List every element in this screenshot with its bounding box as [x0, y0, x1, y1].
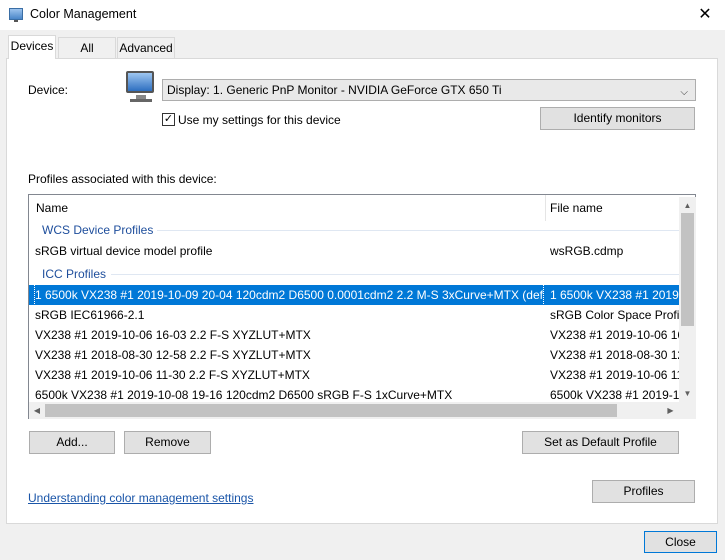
remove-profile-button[interactable]: Remove: [124, 431, 211, 454]
profile-name: sRGB virtual device model profile: [35, 244, 213, 258]
close-window-icon[interactable]: ✕: [693, 3, 717, 27]
group-divider: [157, 230, 680, 231]
profiles-section-label: Profiles associated with this device:: [28, 172, 217, 186]
tab-advanced[interactable]: Advanced: [117, 37, 175, 59]
profile-name: VX238 #1 2019-10-06 16-03 2.2 F-S XYZLUT…: [35, 328, 311, 342]
profile-file: sRGB Color Space Profile.icm: [550, 308, 680, 322]
tab-all-profiles[interactable]: All Profiles: [58, 37, 116, 75]
use-my-settings-checkbox[interactable]: ✓: [162, 113, 175, 126]
list-item[interactable]: sRGB virtual device model profile wsRGB.…: [29, 241, 680, 261]
profiles-list[interactable]: Name File name WCS Device Profiles sRGB …: [28, 194, 696, 419]
chevron-down-icon: ⌵: [680, 87, 688, 98]
horizontal-scroll-thumb[interactable]: [45, 404, 617, 417]
profile-file: wsRGB.cdmp: [550, 244, 624, 258]
profile-name: VX238 #1 2018-08-30 12-58 2.2 F-S XYZLUT…: [35, 348, 311, 362]
list-item[interactable]: sRGB IEC61966-2.1 sRGB Color Space Profi…: [29, 305, 680, 325]
column-header-file-name[interactable]: File name: [550, 195, 603, 221]
list-item[interactable]: VX238 #1 2019-10-06 11-30 2.2 F-S XYZLUT…: [29, 365, 680, 385]
set-default-profile-button[interactable]: Set as Default Profile: [522, 431, 679, 454]
device-select[interactable]: Display: 1. Generic PnP Monitor - NVIDIA…: [162, 79, 696, 101]
column-header-name[interactable]: Name: [36, 195, 68, 221]
profile-file: 1 6500k VX238 #1 2019-10-: [550, 288, 680, 302]
scroll-down-icon[interactable]: ▼: [679, 385, 696, 402]
profile-file: VX238 #1 2019-10-06 11-30 2.2: [550, 368, 680, 382]
add-profile-button[interactable]: Add...: [29, 431, 115, 454]
group-header-wcs: WCS Device Profiles: [42, 223, 154, 237]
profile-name: VX238 #1 2019-10-06 11-30 2.2 F-S XYZLUT…: [35, 368, 310, 382]
window-title: Color Management: [30, 7, 137, 21]
group-divider: [111, 274, 680, 275]
list-item-selected[interactable]: 1 6500k VX238 #1 2019-10-09 20-04 120cdm…: [29, 285, 680, 305]
profile-name: sRGB IEC61966-2.1: [35, 308, 145, 322]
device-select-value: Display: 1. Generic PnP Monitor - NVIDIA…: [167, 83, 502, 97]
close-button[interactable]: Close: [644, 531, 717, 553]
monitor-base-icon: [130, 99, 152, 102]
vertical-scroll-thumb[interactable]: [681, 213, 694, 326]
scroll-corner: [679, 402, 696, 419]
list-item[interactable]: VX238 #1 2018-08-30 12-58 2.2 F-S XYZLUT…: [29, 345, 680, 365]
profile-file: VX238 #1 2018-08-30 12-58 2.2: [550, 348, 680, 362]
tab-devices[interactable]: Devices: [8, 35, 56, 59]
scroll-up-icon[interactable]: ▲: [679, 197, 696, 214]
list-item[interactable]: VX238 #1 2019-10-06 16-03 2.2 F-S XYZLUT…: [29, 325, 680, 345]
scroll-left-icon[interactable]: ◀: [29, 402, 45, 419]
column-separator[interactable]: [545, 195, 546, 221]
device-label: Device:: [28, 83, 69, 97]
profile-file: VX238 #1 2019-10-06 16-03 2.2: [550, 328, 680, 342]
understanding-color-management-link[interactable]: Understanding color management settings: [28, 491, 253, 505]
use-my-settings-label: Use my settings for this device: [178, 113, 341, 127]
identify-monitors-button[interactable]: Identify monitors: [540, 107, 695, 130]
scroll-right-icon[interactable]: ▶: [662, 402, 679, 419]
group-header-icc: ICC Profiles: [42, 267, 107, 281]
color-management-app-icon: [9, 8, 23, 22]
profiles-button[interactable]: Profiles: [592, 480, 695, 503]
profile-name: 1 6500k VX238 #1 2019-10-09 20-04 120cdm…: [34, 285, 544, 305]
monitor-icon: [126, 71, 154, 93]
